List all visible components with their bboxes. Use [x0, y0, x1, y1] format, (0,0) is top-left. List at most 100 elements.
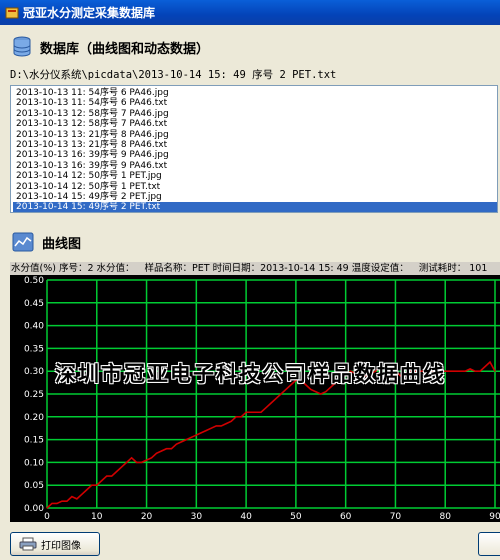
app-icon [5, 7, 19, 18]
chart-area: 水分值(%) 序号：2 水分值： 样品名称：PET 时间日期：2013-10-1… [10, 262, 500, 522]
y-tick-label: 0.40 [24, 322, 44, 332]
y-tick-label: 0.30 [24, 367, 44, 377]
x-tick-label: 30 [191, 512, 203, 522]
curve-point [96, 484, 98, 486]
y-tick-label: 0.25 [24, 390, 44, 400]
curve-point [230, 420, 232, 422]
curve-point [449, 370, 451, 372]
curve-point [240, 416, 242, 418]
curve-point [454, 370, 456, 372]
file-list-item[interactable]: 2013-10-13 16: 39序号 9 PA46.txt [13, 161, 497, 171]
curve-point [155, 452, 158, 454]
curve-point [270, 402, 272, 404]
curve-point [56, 502, 58, 505]
curve-point [116, 470, 118, 473]
file-list-item[interactable]: 2013-10-14 12: 50序号 1 PET.jpg [13, 171, 497, 181]
file-list-item[interactable]: 2013-10-13 11: 54序号 6 PA46.jpg [13, 88, 497, 98]
chart-header-elapsed: 测试耗时： 101 [418, 263, 488, 274]
x-tick-label: 20 [141, 512, 153, 522]
curve-point [310, 388, 312, 391]
curve-point [245, 411, 247, 413]
x-tick-label: 60 [340, 512, 352, 522]
curve-point [225, 423, 227, 425]
curve-point [315, 391, 317, 393]
y-tick-label: 0.45 [24, 299, 44, 309]
curve-point [101, 480, 103, 482]
curve-point [86, 489, 88, 491]
y-tick-label: 0.50 [24, 276, 44, 286]
x-tick-label: 40 [240, 512, 252, 522]
file-list-item[interactable]: 2013-10-13 12: 58序号 7 PA46.jpg [13, 109, 497, 119]
chart-header-moisture: 水分值(%) 序号：2 水分值： [11, 263, 135, 274]
curve-point [474, 370, 476, 372]
curve-point [145, 459, 148, 461]
file-list-item[interactable]: 2013-10-13 13: 21序号 8 PA46.jpg [13, 130, 497, 140]
x-tick-label: 10 [91, 512, 103, 522]
database-section-title: 数据库（曲线图和动态数据） [40, 41, 210, 57]
curve-point [484, 366, 486, 368]
curve-point [464, 370, 466, 372]
curve-point [250, 411, 252, 413]
curve-point [126, 461, 128, 463]
y-tick-label: 0.10 [24, 458, 44, 468]
curve-point [260, 411, 262, 413]
curve-point [200, 432, 202, 434]
y-tick-label: 0.20 [24, 413, 44, 423]
curve-point [494, 370, 496, 372]
curve-point [185, 439, 187, 441]
curve-point [195, 434, 197, 436]
chart-icon [12, 232, 34, 252]
curve-point [479, 370, 481, 372]
curve-point [160, 450, 163, 452]
curve-point [71, 496, 73, 498]
curve-point [106, 475, 108, 477]
curve-point [235, 416, 237, 418]
curve-point [165, 448, 168, 450]
database-section-header: 数据库（曲线图和动态数据） [12, 36, 209, 58]
secondary-button[interactable] [478, 532, 500, 556]
curve-point [121, 466, 123, 468]
y-tick-label: 0.35 [24, 344, 44, 354]
curve-point [210, 427, 212, 429]
file-list-item[interactable]: 2013-10-14 15: 49序号 2 PET.txt [13, 202, 497, 212]
curve-point [285, 388, 287, 391]
curve-point [66, 500, 68, 502]
file-list[interactable]: 2013-10-13 11: 54序号 6 PA46.jpg 2013-10-13… [10, 85, 498, 213]
curve-point [469, 368, 471, 370]
y-tick-label: 0.15 [24, 436, 44, 446]
curve-point [76, 498, 78, 500]
file-list-item[interactable]: 2013-10-13 16: 39序号 9 PA46.jpg [13, 150, 497, 160]
curve-point [280, 393, 282, 395]
chart-header: 水分值(%) 序号：2 水分值： 样品名称：PET 时间日期：2013-10-1… [10, 262, 500, 275]
database-icon [13, 36, 31, 57]
curve-point [325, 391, 327, 393]
y-tick-label: 0.05 [24, 481, 44, 491]
curve-point [81, 493, 83, 495]
curve-point [275, 397, 277, 400]
curve-point [220, 425, 222, 427]
file-list-item[interactable]: 2013-10-14 15: 49序号 2 PET.jpg [13, 192, 497, 202]
file-list-item[interactable]: 2013-10-14 12: 50序号 1 PET.txt [13, 182, 497, 192]
file-path: D:\水分仪系统\picdata\2013-10-14 15: 49 序号 2 … [10, 69, 337, 81]
curve-point [111, 475, 113, 477]
curve-point [215, 425, 217, 427]
file-list-item[interactable]: 2013-10-13 12: 58序号 7 PA46.txt [13, 119, 497, 129]
curve-point [265, 407, 267, 409]
print-image-button[interactable]: 打印图像 [10, 532, 100, 556]
curve-point [131, 457, 133, 459]
file-list-item[interactable]: 2013-10-13 13: 21序号 8 PA46.txt [13, 140, 497, 150]
curve-point [136, 461, 138, 463]
curve-point [61, 500, 63, 502]
curve-point [320, 393, 322, 395]
print-image-label: 打印图像 [41, 540, 81, 552]
chart-section-header: 曲线图 [12, 232, 81, 252]
curve-point [180, 441, 182, 443]
curve-point [150, 457, 153, 459]
curve-point [175, 443, 178, 445]
curve-point [205, 429, 207, 432]
curve-point [489, 361, 491, 363]
curve-point [190, 436, 192, 438]
file-list-item[interactable]: 2013-10-13 11: 54序号 6 PA46.txt [13, 98, 497, 108]
curve-point [170, 448, 173, 450]
curve-point [91, 484, 93, 486]
